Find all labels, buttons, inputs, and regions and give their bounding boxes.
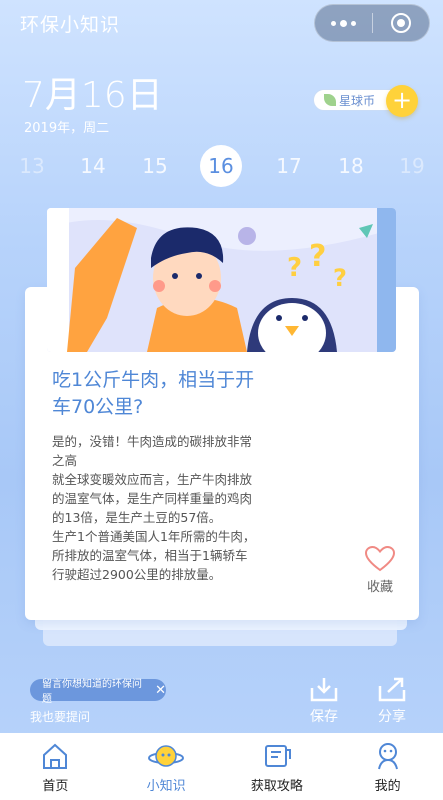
add-coin-button[interactable]: + xyxy=(386,85,418,117)
card-body: 是的，没错！牛肉造成的碳排放非常之高 就全球变暖效应而言，生产牛肉排放的温室气体… xyxy=(52,432,258,605)
ask-question-button[interactable]: 我也要提问 xyxy=(30,708,90,725)
close-hint-icon[interactable]: ✕ xyxy=(155,683,166,698)
card-illustration: ? ? ? xyxy=(47,208,396,352)
svg-text:?: ? xyxy=(333,264,347,292)
guide-icon xyxy=(264,745,291,767)
heart-icon xyxy=(365,546,395,572)
planet-icon xyxy=(148,745,185,767)
tab-guide[interactable]: 获取攻略 xyxy=(222,733,333,800)
date-item[interactable]: 15 xyxy=(134,145,176,187)
share-label: 分享 xyxy=(378,709,406,725)
tab-home-label: 首页 xyxy=(42,779,69,794)
date-item[interactable]: 13 xyxy=(11,145,53,187)
profile-icon xyxy=(377,743,398,770)
svg-text:?: ? xyxy=(309,239,326,274)
tab-guide-label: 获取攻略 xyxy=(250,779,303,794)
card-paragraph: 就全球变暖效应而言，生产牛肉排放的温室气体，是生产同样重量的鸡肉的13倍，是生产… xyxy=(52,472,253,525)
ask-hint-text: 留言你想知道的环保问题 xyxy=(42,679,142,705)
download-icon xyxy=(310,678,338,702)
favorite-button[interactable]: 收藏 xyxy=(358,546,402,606)
card-paragraph: 是的，没错！牛肉造成的碳排放非常之高 xyxy=(52,434,253,468)
save-label: 保存 xyxy=(310,709,338,725)
share-button[interactable]: 分享 xyxy=(372,676,412,726)
save-button[interactable]: 保存 xyxy=(304,676,344,726)
tab-home[interactable]: 首页 xyxy=(0,733,111,800)
card-paragraph: 生产1个普通美国人1年所需的牛肉，所排放的温室气体，相当于1辆轿车行驶超过290… xyxy=(52,529,256,582)
more-options-icon[interactable] xyxy=(315,19,372,27)
bottom-tab-bar: 首页 小知识 获取攻略 我的 xyxy=(0,733,443,800)
svg-text:?: ? xyxy=(287,253,302,283)
date-item[interactable]: 14 xyxy=(72,145,114,187)
tab-knowledge-label: 小知识 xyxy=(146,779,186,794)
favorite-label: 收藏 xyxy=(366,580,393,595)
tab-profile-label: 我的 xyxy=(374,779,401,794)
ask-question-hint[interactable]: 留言你想知道的环保问题 ✕ xyxy=(30,679,166,705)
current-date: 7月16日 xyxy=(22,75,163,116)
home-icon xyxy=(43,743,68,769)
date-item[interactable]: 19 xyxy=(391,145,433,187)
leaf-icon xyxy=(324,94,336,106)
date-selector: 13 14 15 16 17 18 19 xyxy=(0,145,443,187)
date-item[interactable]: 18 xyxy=(330,145,372,187)
planet-coin-label: 星球币 xyxy=(339,93,376,108)
app-title: 环保小知识 xyxy=(20,14,121,36)
tab-knowledge[interactable]: 小知识 xyxy=(111,733,222,800)
date-item-selected[interactable]: 16 xyxy=(200,145,242,187)
mini-program-capsule[interactable] xyxy=(314,4,430,42)
card-title: 吃1公斤牛肉，相当于开车70公里? xyxy=(52,369,255,418)
share-icon xyxy=(378,677,406,702)
current-year-weekday: 2019年，周二 xyxy=(24,121,110,136)
tab-profile[interactable]: 我的 xyxy=(332,733,443,800)
close-mini-program-icon[interactable] xyxy=(373,13,430,33)
date-item[interactable]: 17 xyxy=(268,145,310,187)
